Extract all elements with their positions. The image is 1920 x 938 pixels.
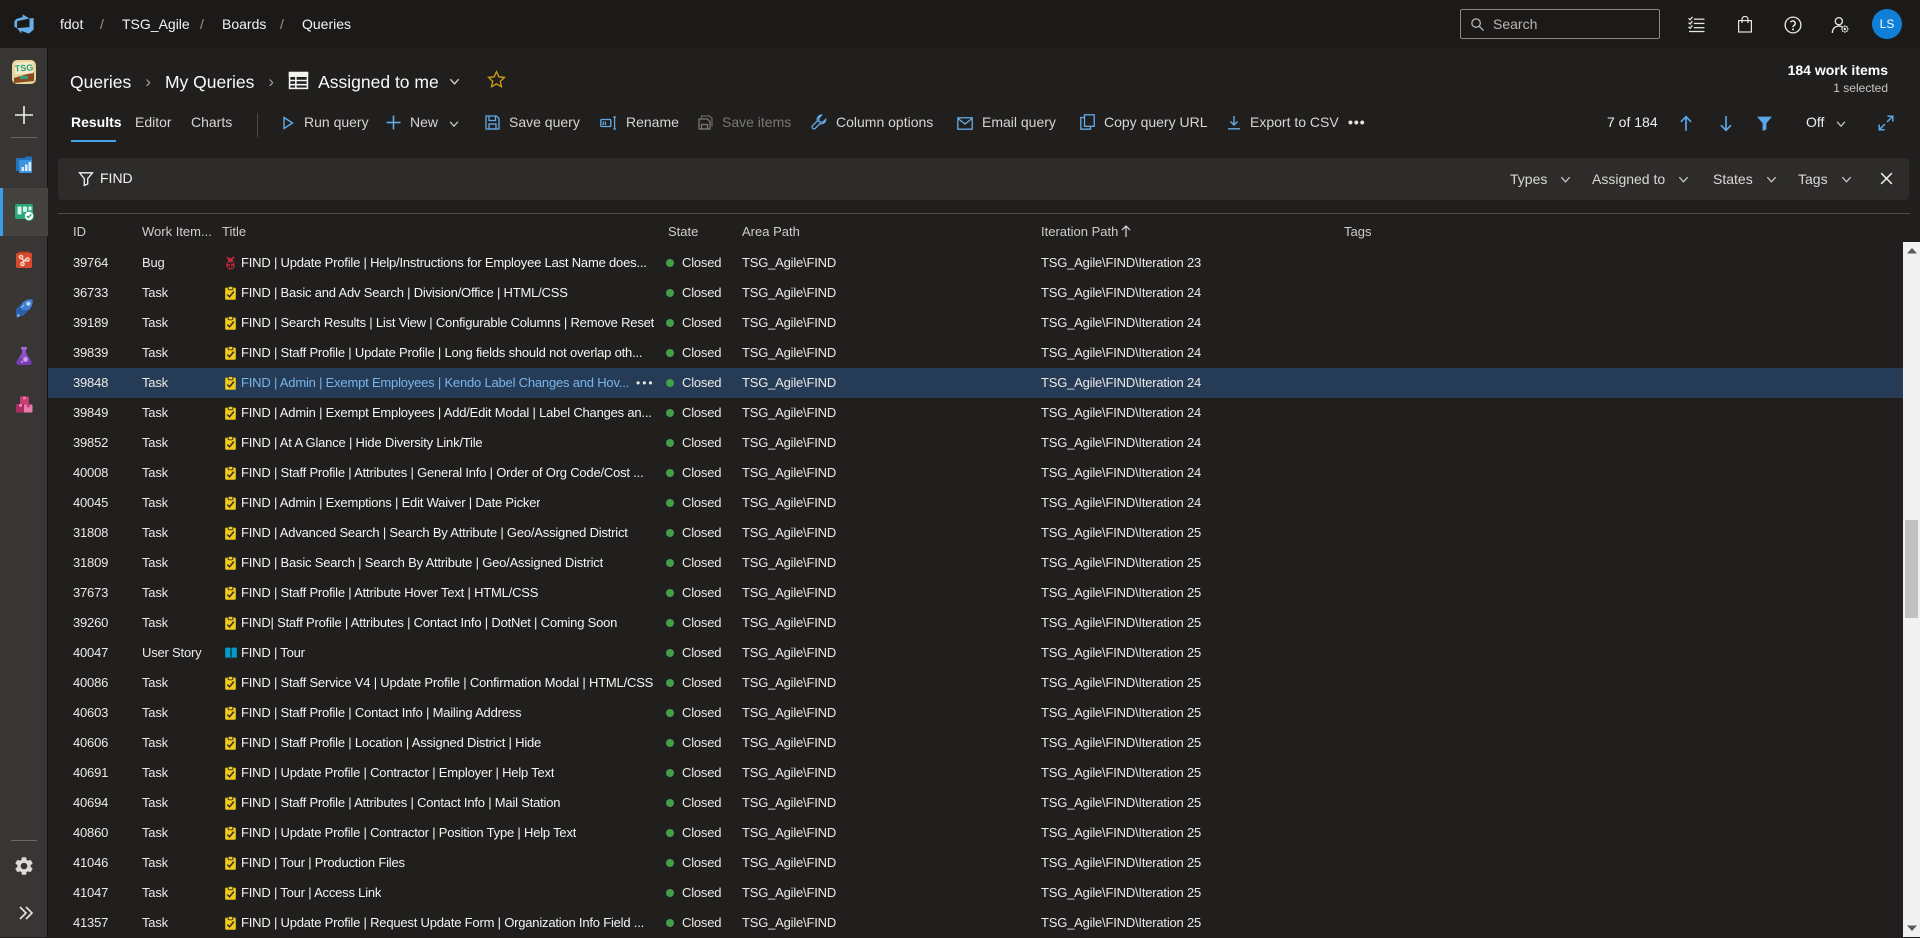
svg-text:TSG: TSG (14, 62, 33, 73)
